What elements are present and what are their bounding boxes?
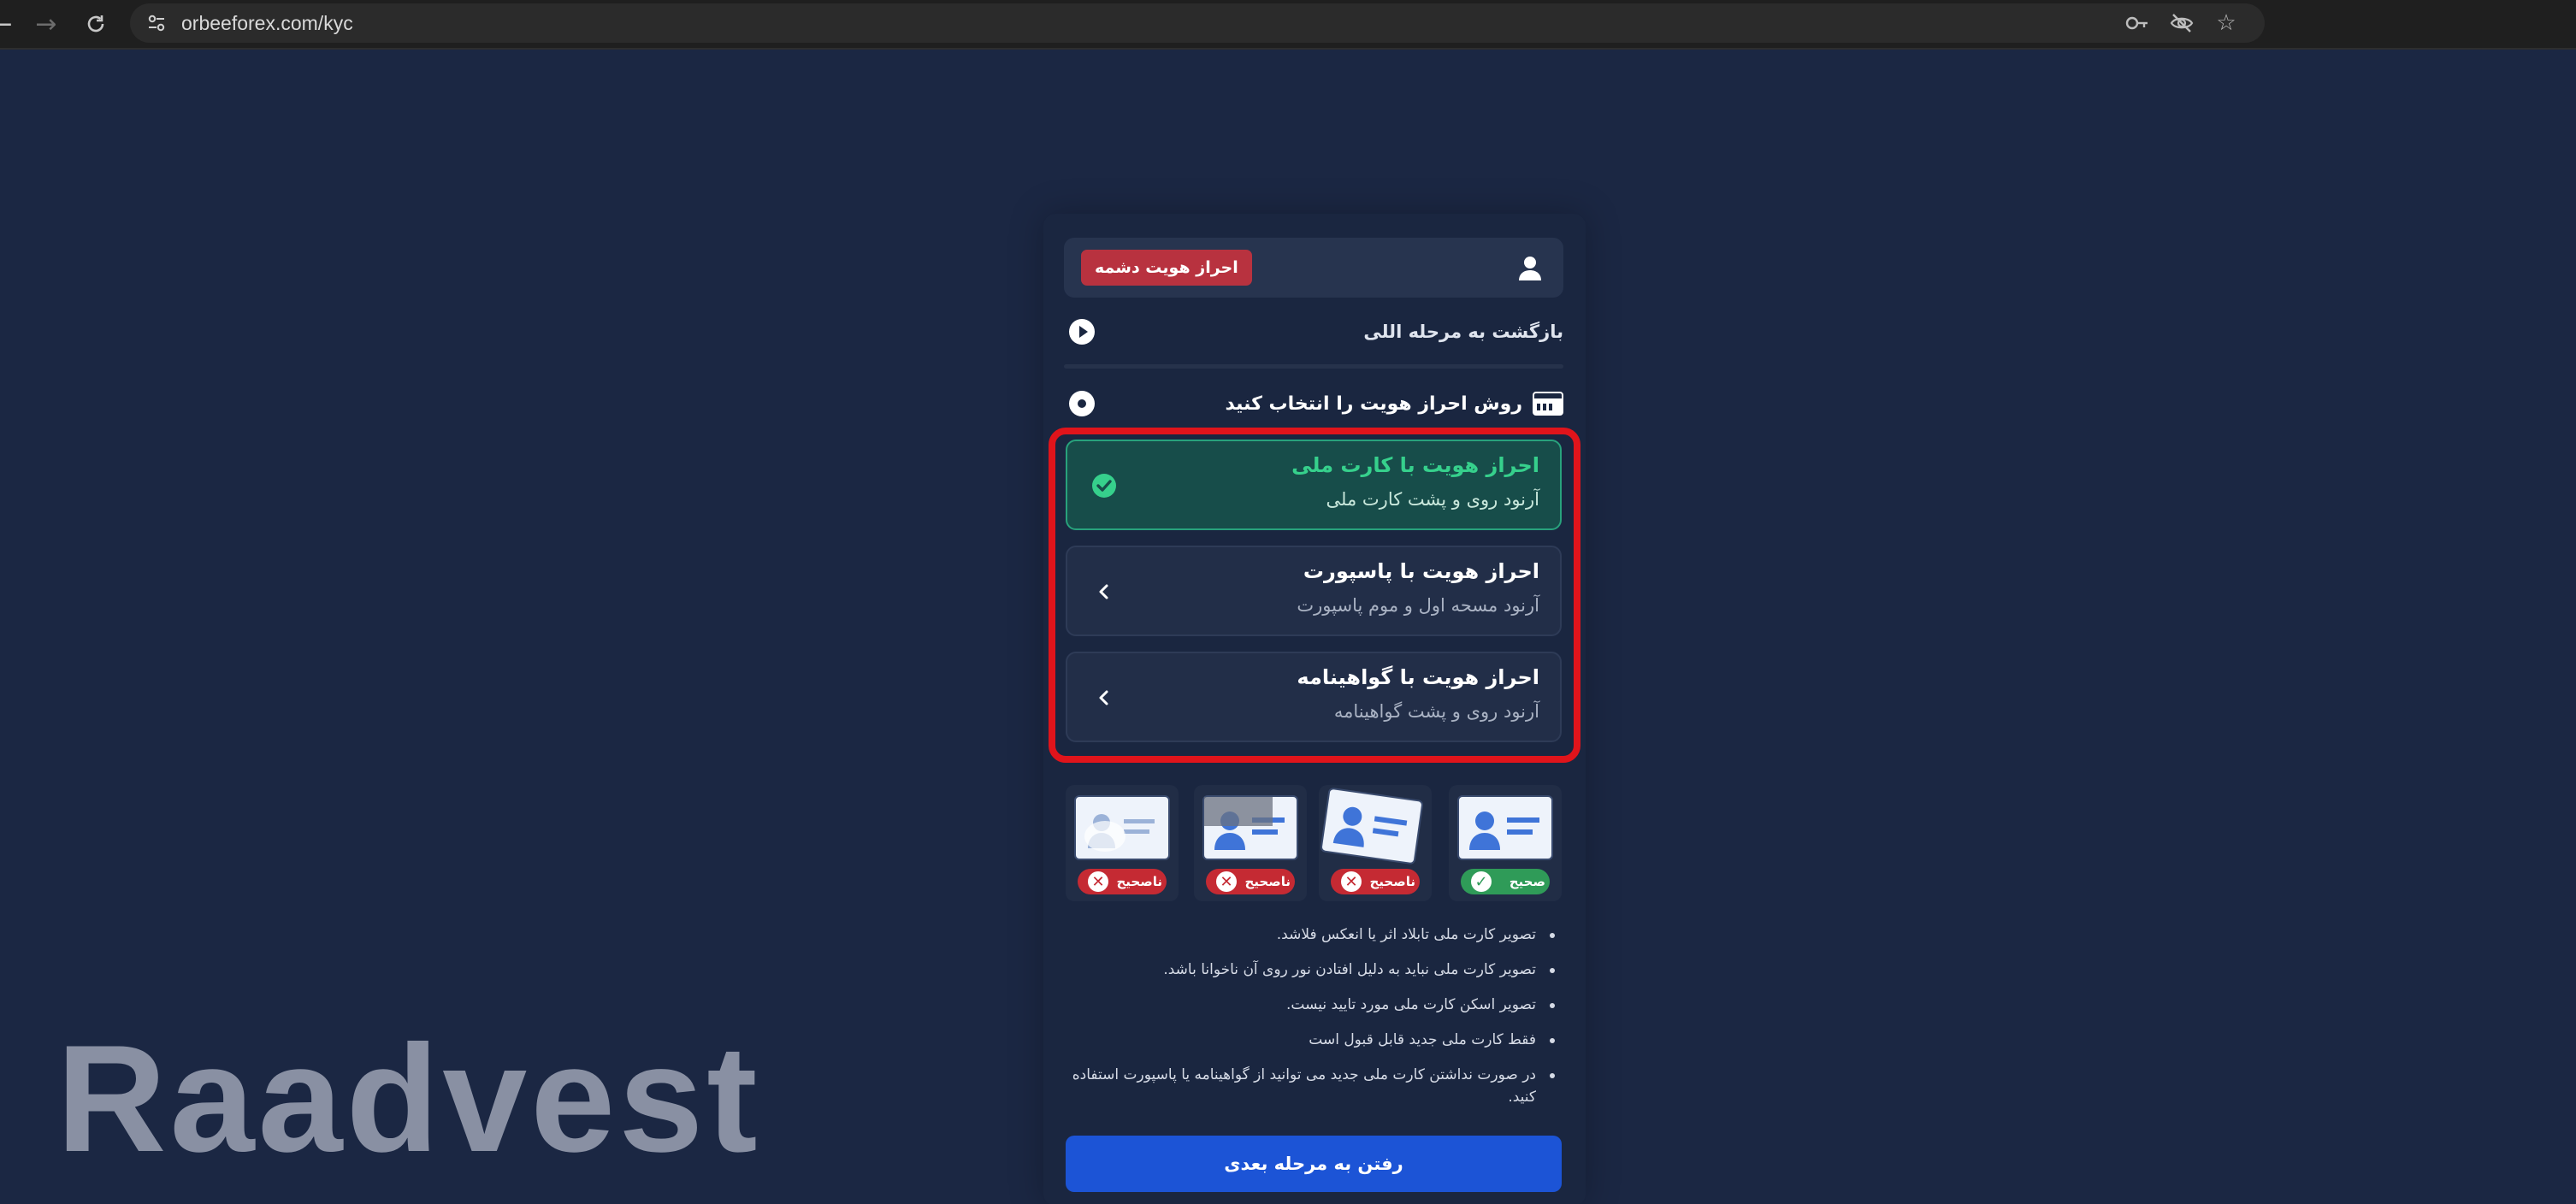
- bookmark-star-icon[interactable]: ☆: [2213, 10, 2239, 36]
- sample-images: ناصحیح ✕ ناصحیح ✕ ناصحیح ✕ صحیح ✓: [1066, 785, 1562, 905]
- status-badge: احراز هویت دشمه: [1081, 250, 1252, 286]
- reload-icon[interactable]: [79, 7, 113, 41]
- header-bar: احراز هویت دشمه: [1064, 238, 1563, 298]
- back-arrow-icon[interactable]: ←: [0, 7, 19, 41]
- id-card-sample-image: [1320, 787, 1424, 865]
- sample-status-tag: ناصحیح ✕: [1206, 869, 1295, 894]
- sample-status-tag: ناصحیح ✕: [1331, 869, 1420, 894]
- option-subtitle: آرنود روی و پشت گواهینامه: [1333, 701, 1539, 722]
- sample-glare: ناصحیح ✕: [1066, 785, 1179, 901]
- option-title: احراز هویت با پاسپورت: [1303, 559, 1539, 583]
- back-link-label: بازگشت به مرحله اللی: [1363, 322, 1563, 342]
- chevron-left-icon: [1099, 584, 1108, 599]
- cross-icon: ✕: [1088, 871, 1108, 892]
- id-card-icon: [1533, 392, 1563, 416]
- list-item: فقط کارت ملی جدید قابل قبول است: [1066, 1029, 1562, 1051]
- next-step-button[interactable]: رفتن به مرحله بعدی: [1066, 1136, 1562, 1192]
- play-circle-icon: [1069, 319, 1095, 345]
- sample-shadow: ناصحیح ✕: [1194, 785, 1307, 901]
- option-driving-license[interactable]: احراز هویت با گواهینامه آرنود روی و پشت …: [1066, 652, 1562, 742]
- record-circle-icon: [1069, 391, 1095, 416]
- sample-status-tag: ناصحیح ✕: [1078, 869, 1167, 894]
- sample-status-label: ناصحیح: [1369, 874, 1415, 889]
- user-icon[interactable]: [1515, 253, 1545, 282]
- sample-correct: صحیح ✓: [1449, 785, 1562, 901]
- address-bar[interactable]: orbeeforex.com/kyc ☆: [130, 3, 2265, 43]
- check-circle-icon: [1092, 474, 1116, 498]
- list-item: تصویر کارت ملی تابلاد اثر یا انعکس فلاشد…: [1066, 924, 1562, 946]
- list-item: در صورت نداشتن کارت ملی جدید می توانید ا…: [1066, 1064, 1562, 1108]
- option-subtitle: آرنود مسحه اول و موم پاسپورت: [1297, 595, 1539, 616]
- chevron-left-icon: [1099, 690, 1108, 705]
- check-icon: ✓: [1471, 871, 1492, 892]
- id-card-sample-image: [1457, 795, 1553, 860]
- sample-status-label: صحیح: [1509, 874, 1545, 889]
- option-subtitle: آرنود روی و پشت کارت ملی: [1326, 489, 1539, 510]
- option-national-card[interactable]: احراز هویت با کارت ملی آرنود روی و پشت ک…: [1066, 440, 1562, 530]
- back-to-previous-step[interactable]: بازگشت به مرحله اللی: [1064, 308, 1563, 356]
- option-title: احراز هویت با کارت ملی: [1291, 453, 1539, 477]
- eye-off-icon[interactable]: [2169, 10, 2195, 36]
- forward-arrow-icon[interactable]: →: [29, 7, 63, 41]
- requirements-list: تصویر کارت ملی تابلاد اثر یا انعکس فلاشد…: [1066, 924, 1562, 1121]
- sample-status-label: ناصحیح: [1116, 874, 1162, 889]
- sample-status-label: ناصحیح: [1244, 874, 1291, 889]
- kyc-panel: احراز هویت دشمه بازگشت به مرحله اللی روش…: [1043, 214, 1586, 1204]
- id-card-sample-image: [1202, 795, 1298, 860]
- watermark-logo: Raadvest: [56, 1013, 761, 1183]
- divider: [1064, 364, 1563, 369]
- sample-tilted: ناصحیح ✕: [1319, 785, 1432, 901]
- method-heading: روش احراز هویت را انتخاب کنید: [1225, 392, 1522, 415]
- url-text[interactable]: orbeeforex.com/kyc: [181, 11, 353, 35]
- browser-toolbar: ← → orbeeforex.com/kyc ☆: [0, 0, 2576, 50]
- method-heading-row: روش احراز هویت را انتخاب کنید: [1064, 380, 1563, 428]
- cross-icon: ✕: [1216, 871, 1237, 892]
- cross-icon: ✕: [1341, 871, 1362, 892]
- list-item: تصویر اسکن کارت ملی مورد تایید نیست.: [1066, 994, 1562, 1016]
- password-key-icon[interactable]: [2124, 10, 2150, 36]
- list-item: تصویر کارت ملی نباید به دلیل افتادن نور …: [1066, 959, 1562, 981]
- sample-status-tag: صحیح ✓: [1461, 869, 1550, 894]
- id-card-sample-image: [1074, 795, 1170, 860]
- site-info-icon[interactable]: [145, 12, 168, 34]
- option-title: احراز هویت با گواهینامه: [1297, 665, 1539, 689]
- option-passport[interactable]: احراز هویت با پاسپورت آرنود مسحه اول و م…: [1066, 546, 1562, 636]
